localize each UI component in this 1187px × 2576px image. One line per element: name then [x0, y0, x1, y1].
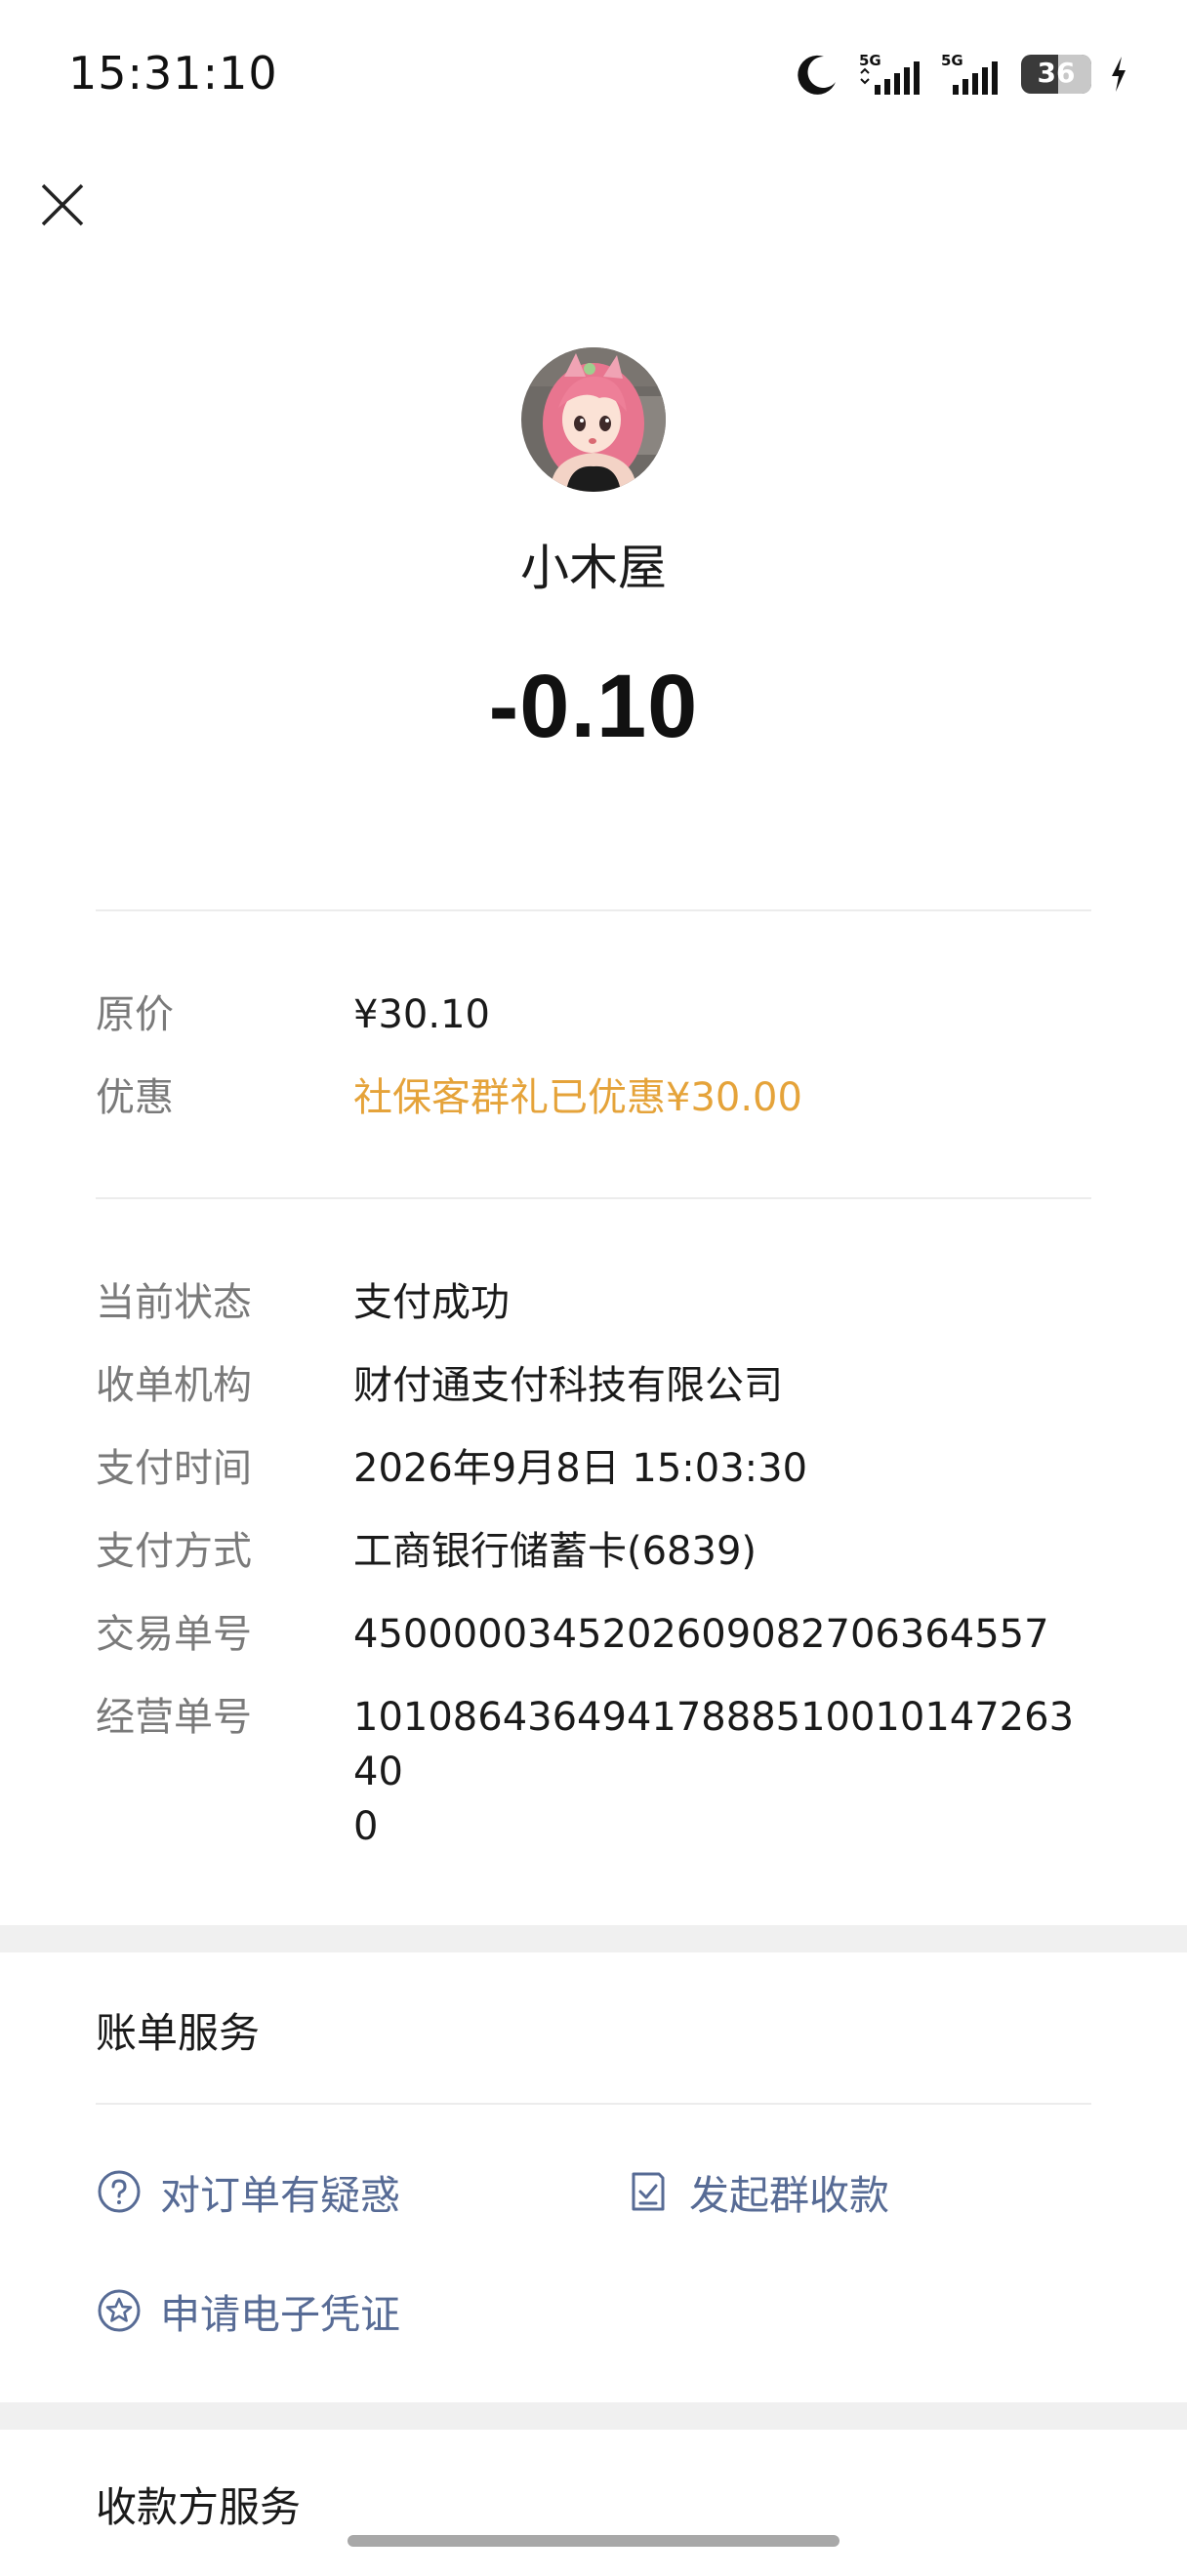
status-icons: 5G 5G 36 — [797, 45, 1128, 103]
row-value: 2026年9月8日 15:03:30 — [353, 1446, 808, 1491]
order-question-button[interactable]: 对订单有疑惑 — [96, 2162, 400, 2221]
row-label: 支付方式 — [96, 1529, 252, 1574]
service-label: 对订单有疑惑 — [160, 2172, 400, 2219]
section-separator-2 — [0, 2402, 1187, 2430]
status-time: 15:31:10 — [68, 47, 278, 100]
network-label-2: 5G — [941, 52, 963, 69]
receipt-icon — [625, 2168, 672, 2215]
row-label: 优惠 — [96, 1075, 174, 1120]
merchant-order-id[interactable]: 1010864364941788851001014726340 0 — [353, 1690, 1095, 1854]
bill-services-title: 账单服务 — [96, 2009, 261, 2057]
home-indicator[interactable] — [348, 2535, 839, 2547]
row-label: 经营单号 — [96, 1695, 252, 1740]
close-button[interactable] — [31, 176, 94, 238]
row-label: 支付时间 — [96, 1446, 252, 1491]
discount-value: 社保客群礼已优惠¥30.00 — [353, 1075, 802, 1120]
charging-icon — [1109, 55, 1128, 94]
transaction-id[interactable]: 4500000345202609082706364557 — [353, 1607, 1095, 1662]
signal-5g-icon-2: 5G — [939, 52, 1003, 97]
row-value: 财付通支付科技有限公司 — [353, 1363, 783, 1408]
question-circle-icon — [96, 2168, 143, 2215]
star-badge-icon — [96, 2287, 143, 2334]
payee-services-title: 收款方服务 — [96, 2483, 302, 2531]
row-value: 支付成功 — [353, 1280, 510, 1325]
network-label-1: 5G — [859, 52, 881, 69]
moon-icon — [797, 53, 839, 96]
signal-5g-icon: 5G — [857, 52, 921, 97]
group-collection-button[interactable]: 发起群收款 — [625, 2162, 889, 2221]
battery-icon: 36 — [1021, 55, 1091, 94]
divider-services — [96, 2103, 1091, 2105]
row-value: 工商银行储蓄卡(6839) — [353, 1529, 757, 1574]
row-value: ¥30.10 — [353, 992, 490, 1037]
section-separator — [0, 1925, 1187, 1952]
merchant-name: 小木屋 — [520, 540, 667, 596]
payment-amount: -0.10 — [488, 657, 699, 756]
divider-middle — [96, 1197, 1091, 1199]
battery-level: 36 — [1037, 57, 1076, 89]
close-icon — [39, 181, 86, 232]
e-voucher-button[interactable]: 申请电子凭证 — [96, 2281, 400, 2340]
row-label: 当前状态 — [96, 1280, 252, 1325]
row-label: 收单机构 — [96, 1363, 252, 1408]
row-label: 原价 — [96, 992, 174, 1037]
divider-top — [96, 909, 1091, 911]
row-label: 交易单号 — [96, 1612, 252, 1657]
merchant-avatar — [521, 347, 666, 492]
service-label: 申请电子凭证 — [160, 2291, 400, 2338]
service-label: 发起群收款 — [689, 2172, 889, 2219]
status-bar: 15:31:10 5G 5G 36 — [0, 0, 1187, 156]
